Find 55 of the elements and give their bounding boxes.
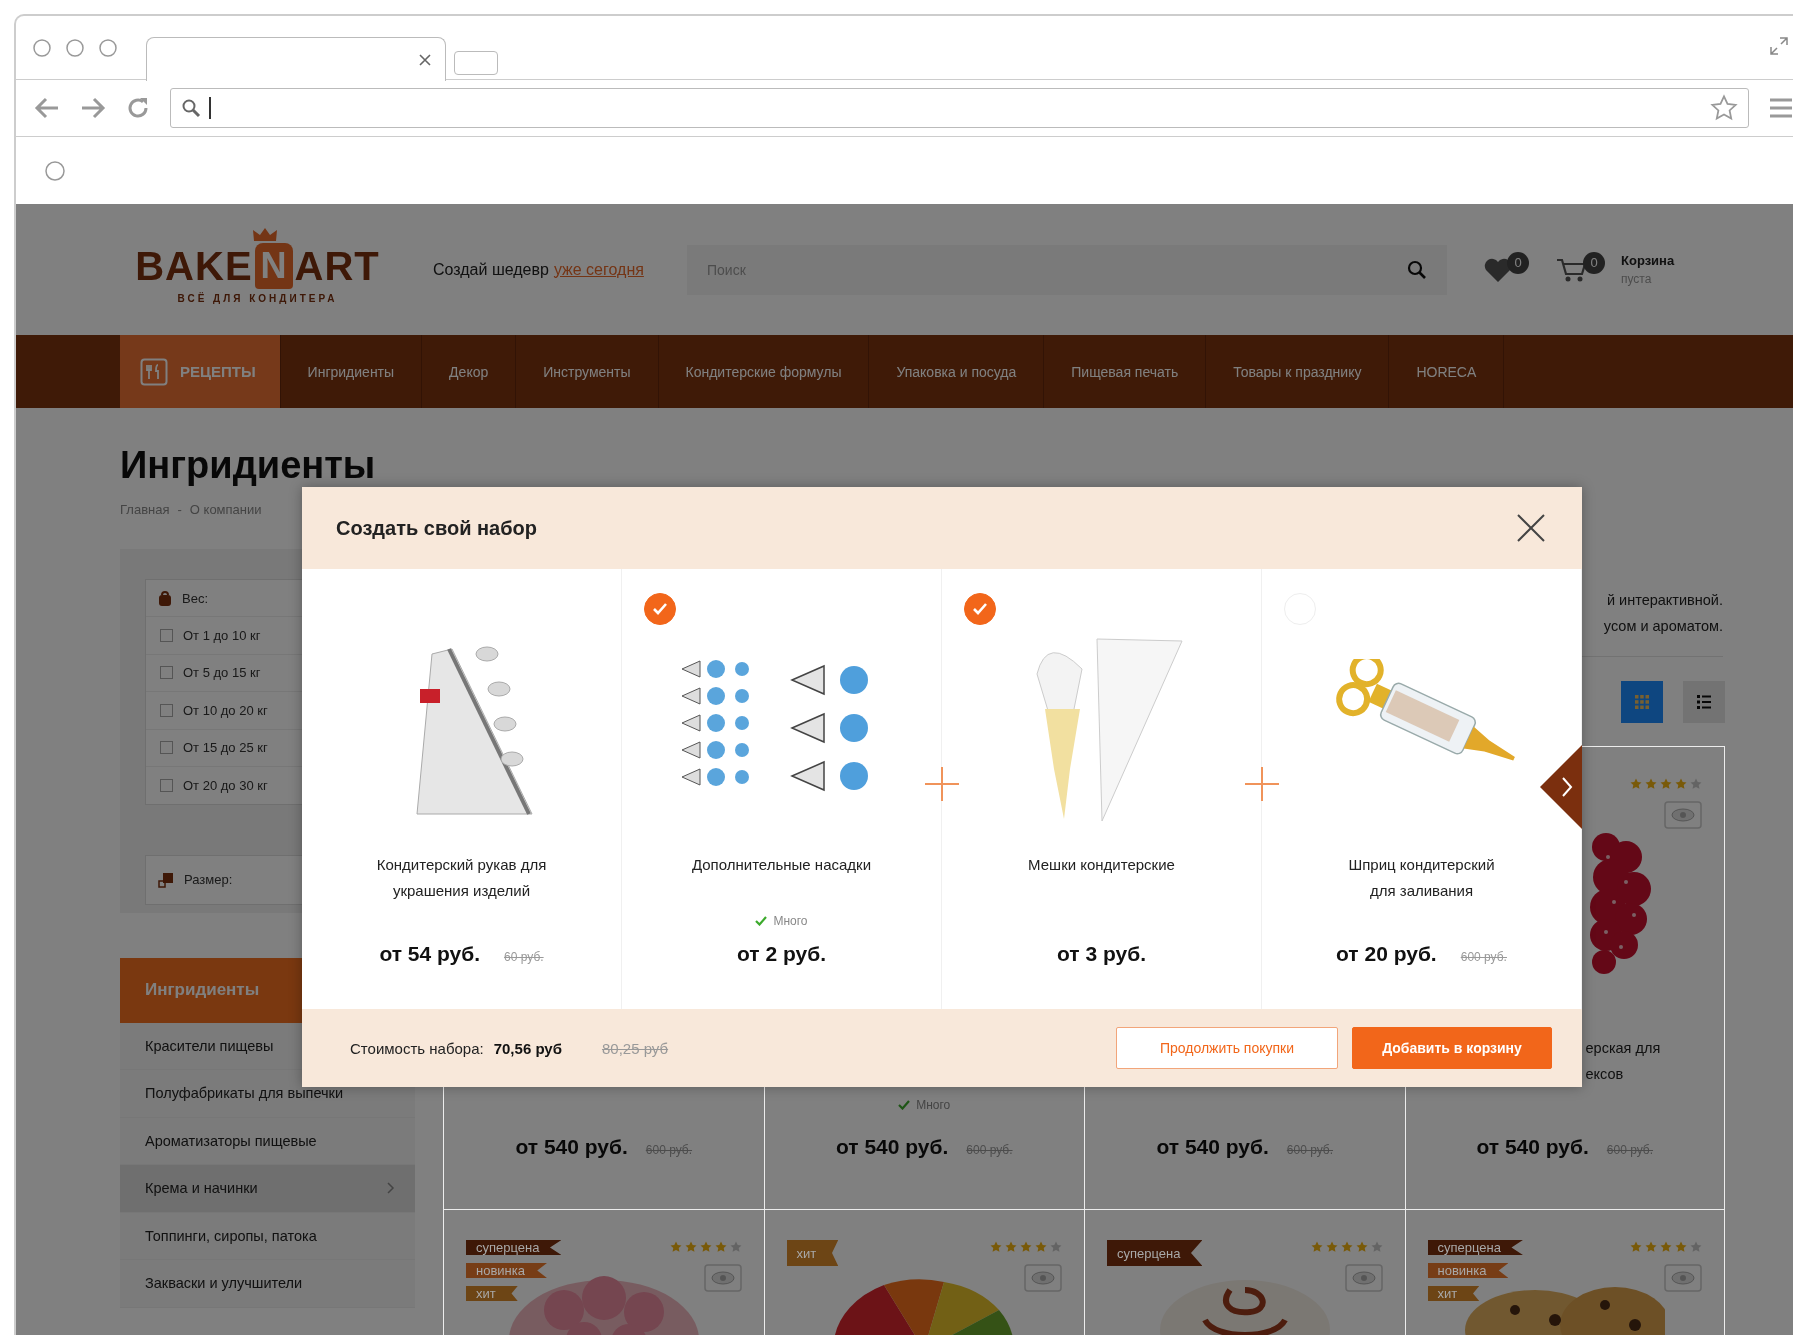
- stock-status: Много: [898, 1095, 951, 1115]
- stock-status: Много: [755, 910, 808, 932]
- description-text: й интерактивной.: [1606, 591, 1723, 610]
- product-name[interactable]: Шприц кондитерский для заливания: [1348, 852, 1495, 904]
- filter-option[interactable]: От 1 до 10 кг: [183, 627, 261, 643]
- product-badge: хит: [466, 1286, 518, 1301]
- old-price: 60 руб.: [504, 950, 544, 964]
- breadcrumb-link[interactable]: Главная: [120, 502, 170, 517]
- product-name[interactable]: ерская для ексов: [1585, 1035, 1702, 1087]
- filter-option[interactable]: От 15 до 25 кг: [183, 740, 268, 756]
- logo-letter[interactable]: N: [254, 243, 293, 289]
- nav-item[interactable]: РЕЦЕПТЫ: [120, 335, 281, 408]
- product-badge: суперцена: [1427, 1240, 1523, 1255]
- breadcrumb-separator: -: [177, 502, 182, 517]
- old-price: 80,25 руб: [601, 1039, 669, 1057]
- product-price: от 540 руб.: [1476, 1135, 1589, 1159]
- logo-text[interactable]: ART: [294, 243, 380, 289]
- product-price: от 2 руб.: [737, 942, 826, 966]
- add-to-cart-button[interactable]: Добавить в корзину: [1352, 1027, 1552, 1069]
- product-badge: хит: [786, 1240, 839, 1266]
- old-price: 600 руб.: [1460, 950, 1507, 964]
- tagline-link[interactable]: уже сегодня: [553, 260, 644, 279]
- category-item[interactable]: Ароматизаторы пищевые: [120, 1117, 415, 1165]
- product-name[interactable]: Дополнительные насадки: [691, 852, 872, 904]
- count-badge: 0: [1583, 251, 1605, 274]
- filter-option[interactable]: От 10 до 20 кг: [183, 702, 268, 718]
- product-price: от 540 руб.: [1156, 1135, 1269, 1159]
- category-item[interactable]: Закваски и улучшители: [120, 1260, 415, 1308]
- cart-label[interactable]: Корзина: [1621, 253, 1675, 268]
- breadcrumb-link[interactable]: О компании: [189, 502, 262, 517]
- product-price: от 540 руб.: [515, 1135, 628, 1159]
- product-badge: хит: [1427, 1286, 1480, 1301]
- product-name[interactable]: Мешки кондитерские: [1028, 852, 1175, 904]
- product-badge: суперцена: [1107, 1240, 1203, 1266]
- description-text: усом и ароматом.: [1603, 617, 1723, 636]
- filter-option[interactable]: От 5 до 15 кг: [183, 665, 261, 681]
- product-price: от 20 руб.: [1336, 942, 1437, 966]
- product-price: от 540 руб.: [835, 1135, 949, 1159]
- product-badge: суперцена: [466, 1240, 562, 1255]
- filter-title: Размер:: [184, 872, 233, 887]
- count-badge: 0: [1507, 251, 1529, 274]
- filter-title: Вес:: [182, 590, 208, 606]
- logo-text[interactable]: BAKE: [135, 243, 253, 289]
- filter-option[interactable]: От 20 до 30 кг: [183, 777, 268, 793]
- dialog-title: Создать свой набор: [336, 516, 537, 540]
- product-badge: новинка: [1427, 1263, 1509, 1278]
- logo-subtitle: ВСЁ ДЛЯ КОНДИТЕРА: [177, 293, 338, 304]
- category-item[interactable]: Топпинги, сиропы, патока: [120, 1212, 415, 1260]
- continue-shopping-button[interactable]: Продолжить покупки: [1116, 1027, 1338, 1069]
- product-badge: новинка: [466, 1263, 547, 1278]
- category-item[interactable]: Крема и начинки: [120, 1165, 415, 1213]
- tagline: Создай шедевр: [433, 260, 549, 279]
- bundle-total: 70,56 руб: [493, 1039, 562, 1057]
- product-name[interactable]: Кондитерский рукав для украшения изделий: [376, 852, 547, 904]
- product-price: от 3 руб.: [1057, 942, 1146, 966]
